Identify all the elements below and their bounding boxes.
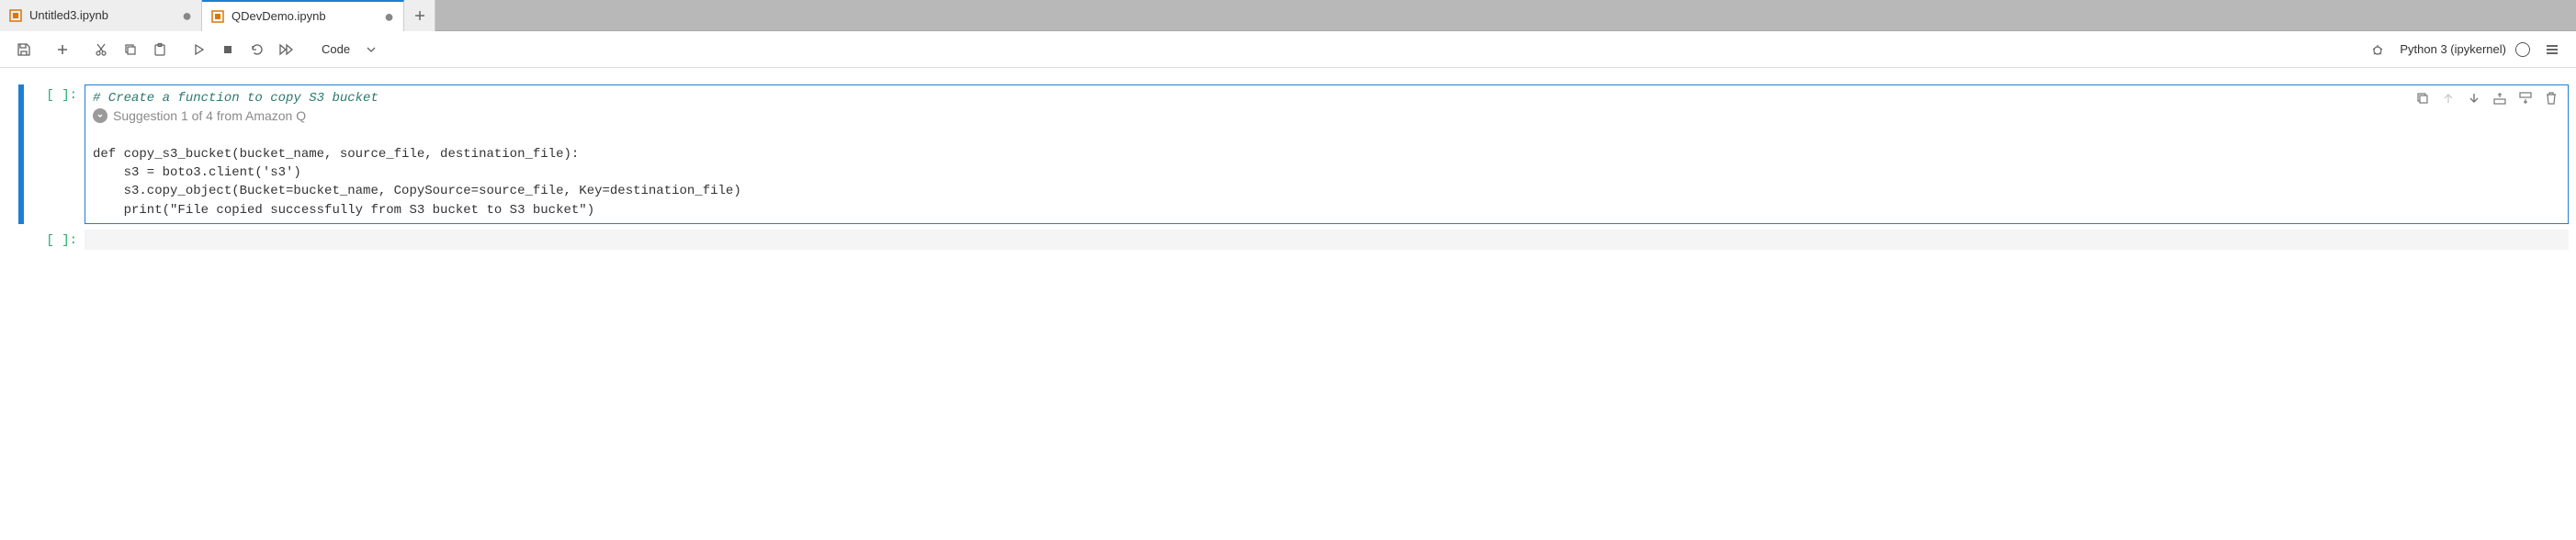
restart-button[interactable] (244, 37, 270, 62)
interrupt-button[interactable] (215, 37, 241, 62)
tab-title: Untitled3.ipynb (29, 8, 175, 22)
tab-untitled3[interactable]: Untitled3.ipynb ● (0, 0, 202, 31)
new-tab-button[interactable] (404, 0, 435, 31)
tab-qdevdemo[interactable]: QDevDemo.ipynb ● (202, 0, 404, 31)
dirty-indicator-icon: ● (384, 8, 394, 25)
cell-prompt: [ ]: (33, 84, 85, 103)
delete-cell-button[interactable] (2542, 89, 2560, 107)
code-cell[interactable]: [ ]: (18, 84, 2569, 224)
code-cell[interactable]: [ ]: (18, 230, 2569, 250)
notebook-area: [ ]: (0, 68, 2576, 266)
code-editor[interactable]: # Create a function to copy S3 bucket Su… (85, 85, 2568, 223)
restart-run-all-button[interactable] (274, 37, 299, 62)
run-button[interactable] (186, 37, 211, 62)
cell-selection-bar (18, 230, 24, 250)
notebook-icon (9, 9, 22, 22)
insert-cell-below-button[interactable] (2516, 89, 2535, 107)
cell-selection-bar (18, 84, 24, 224)
suggestion-label: Suggestion 1 of 4 from Amazon Q (113, 107, 306, 125)
tab-bar: Untitled3.ipynb ● QDevDemo.ipynb ● (0, 0, 2576, 31)
code-line: def copy_s3_bucket(bucket_name, source_f… (93, 145, 2560, 163)
move-cell-down-button[interactable] (2465, 89, 2483, 107)
kernel-status-icon[interactable] (2515, 42, 2530, 57)
code-line: s3 = boto3.client('s3') (93, 163, 2560, 182)
code-line (93, 127, 2560, 145)
duplicate-cell-button[interactable] (2413, 89, 2432, 107)
cell-prompt: [ ]: (33, 230, 85, 248)
notebook-icon (211, 10, 224, 23)
kernel-name[interactable]: Python 3 (ipykernel) (2400, 42, 2506, 56)
chevron-down-icon (367, 45, 376, 54)
tab-title: QDevDemo.ipynb (232, 9, 377, 23)
notebook-toolbar: Code Python 3 (ipykernel) (0, 31, 2576, 68)
debugger-button[interactable] (2365, 37, 2390, 62)
cell-type-dropdown[interactable]: Code (312, 37, 385, 62)
paste-button[interactable] (147, 37, 173, 62)
insert-cell-button[interactable] (50, 37, 75, 62)
suggestion-indicator[interactable]: Suggestion 1 of 4 from Amazon Q (93, 107, 306, 125)
cell-type-label: Code (322, 42, 350, 56)
cut-button[interactable] (88, 37, 114, 62)
code-editor[interactable] (85, 230, 2569, 250)
copy-button[interactable] (118, 37, 143, 62)
move-cell-up-button[interactable] (2439, 89, 2457, 107)
suggestion-badge-icon (93, 108, 107, 123)
code-line: print("File copied successfully from S3 … (93, 201, 2560, 219)
insert-cell-above-button[interactable] (2491, 89, 2509, 107)
cell-toolbar (2413, 89, 2560, 107)
dirty-indicator-icon: ● (182, 7, 192, 24)
code-line: s3.copy_object(Bucket=bucket_name, CopyS… (93, 182, 2560, 200)
code-comment: # Create a function to copy S3 bucket (93, 91, 378, 106)
menu-button[interactable] (2539, 37, 2565, 62)
save-button[interactable] (11, 37, 37, 62)
